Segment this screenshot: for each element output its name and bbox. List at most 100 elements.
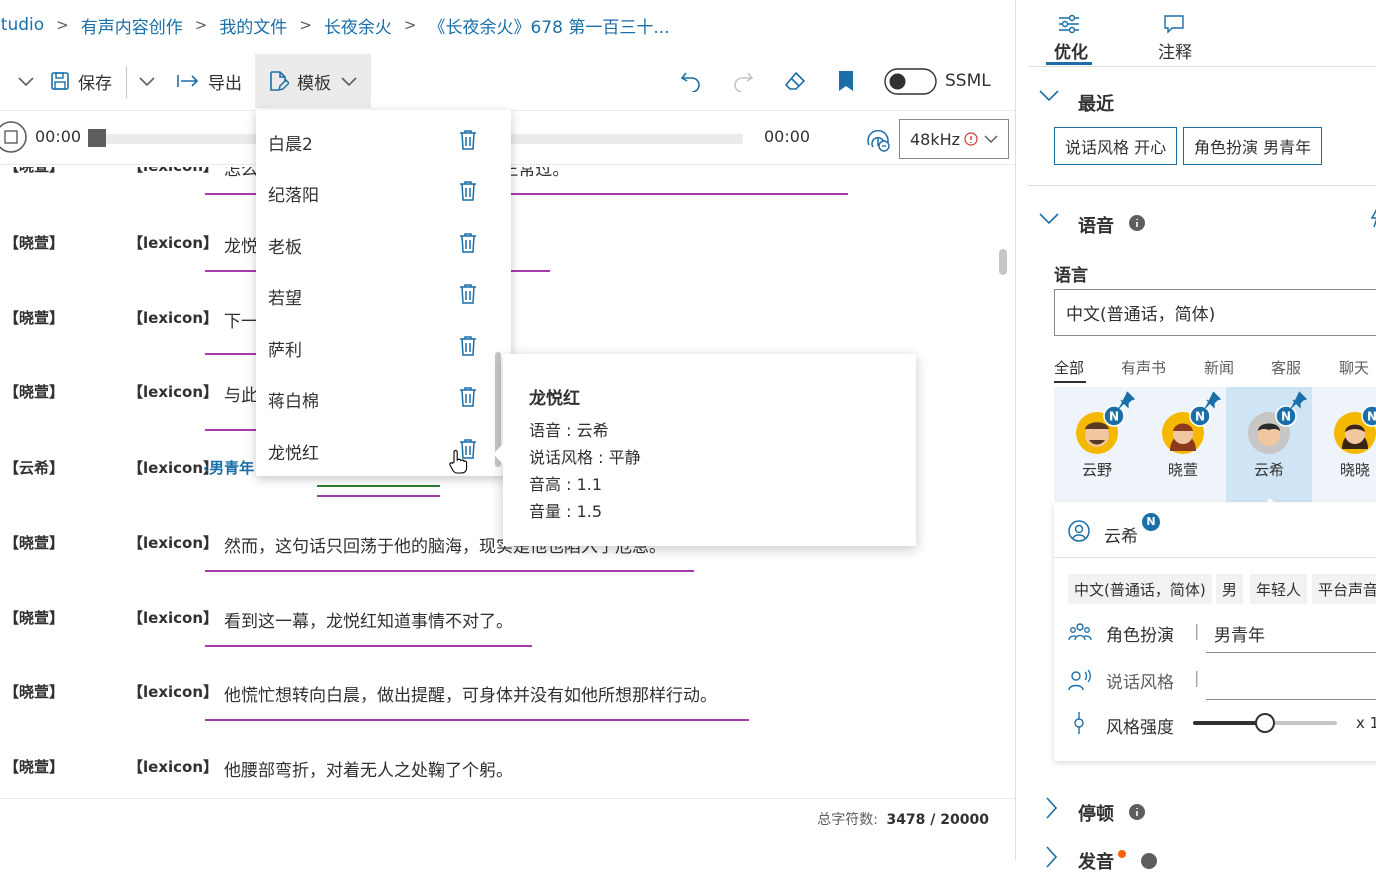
speaker-tag[interactable]: 【晓萱】: [4, 532, 64, 553]
voice-tab-service[interactable]: 客服: [1271, 357, 1301, 378]
paragraph-row[interactable]: 【晓萱】 【lexicon】 看到这一幕，龙悦红知道事情不对了。: [0, 607, 990, 682]
chevron-right-icon[interactable]: [1044, 845, 1058, 869]
save-icon: [51, 72, 69, 90]
breadcrumb-audio-content[interactable]: 有声内容创作: [69, 13, 195, 38]
info-warning-icon: [964, 132, 978, 146]
recent-tag[interactable]: 角色扮演 男青年: [1183, 127, 1323, 165]
speaker-tag[interactable]: 【晓萱】: [4, 607, 64, 628]
char-count-value: 3478 / 20000: [886, 812, 989, 828]
chevron-right-icon[interactable]: [1044, 796, 1058, 820]
lexicon-tag[interactable]: 【lexicon】: [128, 532, 218, 553]
pin-icon: [1118, 391, 1135, 409]
char-count: 总字符数: 3478 / 20000: [817, 809, 989, 829]
lexicon-tag[interactable]: 【lexicon】: [128, 232, 218, 253]
delete-icon[interactable]: [458, 180, 478, 202]
slider-thumb[interactable]: [1255, 713, 1275, 733]
breadcrumb-current-file[interactable]: 《长夜余火》678 第一百三十...: [416, 13, 681, 38]
paragraph-row[interactable]: 【晓萱】 【lexicon】 他慌忙想转向白晨，做出提醒，可身体并没有如他所想那…: [0, 681, 990, 756]
voice-card-selected[interactable]: N 云希: [1226, 387, 1312, 502]
fingerprint-icon[interactable]: [864, 123, 892, 153]
tab-annotation[interactable]: 注释: [1154, 10, 1194, 64]
template-item[interactable]: 蒋白棉: [256, 372, 511, 424]
chevron-down-icon[interactable]: [1038, 88, 1060, 104]
template-item[interactable]: 老板: [256, 218, 511, 270]
delete-icon[interactable]: [458, 283, 478, 305]
lexicon-tag[interactable]: 【lexicon】: [128, 681, 218, 702]
template-item[interactable]: 萨利: [256, 321, 511, 373]
detail-voice-name: 云希: [1104, 527, 1138, 547]
speaker-tag[interactable]: 【云希】: [4, 457, 64, 478]
role-play-value[interactable]: 男青年: [1214, 621, 1265, 646]
chevron-right-icon: >: [299, 16, 312, 34]
breadcrumb-project[interactable]: 长夜余火: [312, 13, 404, 38]
bookmark-button[interactable]: [836, 54, 856, 108]
sliders-icon: [1059, 14, 1079, 34]
chevron-down-icon[interactable]: [1038, 211, 1060, 227]
lexicon-tag[interactable]: 【lexicon】: [128, 381, 218, 402]
strength-label: 风格强度: [1106, 718, 1174, 738]
paragraph-text[interactable]: 看到这一幕，龙悦红知道事情不对了。: [224, 607, 513, 632]
voice-card[interactable]: N 云野: [1054, 387, 1140, 502]
paragraph-row[interactable]: 【晓萱】 【lexicon】 他腰部弯折，对着无人之处鞠了个躬。: [0, 756, 990, 797]
role-style-tag[interactable]: ‹男青年: [203, 457, 254, 478]
language-select[interactable]: 中文(普通话，简体): [1054, 289, 1376, 336]
delete-icon[interactable]: [458, 232, 478, 254]
info-icon[interactable]: [1140, 852, 1158, 870]
delete-icon[interactable]: [458, 335, 478, 357]
voice-card[interactable]: N 晓晓: [1312, 387, 1376, 502]
template-item[interactable]: 若望: [256, 269, 511, 321]
recent-tag[interactable]: 说话风格 开心: [1054, 127, 1178, 165]
save-button[interactable]: 保存: [50, 54, 112, 108]
lexicon-tag[interactable]: 【lexicon】: [128, 756, 218, 777]
info-icon[interactable]: [1128, 214, 1146, 232]
tab-optimize[interactable]: 优化: [1046, 10, 1092, 65]
voice-chip-age: 年轻人: [1250, 574, 1308, 604]
voice-tab-chat[interactable]: 聊天: [1339, 357, 1369, 378]
tooltip-voice: 语音 : 云希: [529, 421, 609, 440]
template-item[interactable]: 白晨2: [256, 115, 511, 167]
stop-icon[interactable]: [0, 120, 28, 154]
lexicon-tag[interactable]: 【lexicon】: [128, 307, 218, 328]
eraser-button[interactable]: [783, 54, 807, 108]
save-options-button[interactable]: [137, 54, 157, 108]
speaker-tag[interactable]: 【晓萱】: [4, 232, 64, 253]
speaker-tag[interactable]: 【晓萱】: [4, 381, 64, 402]
lexicon-tag[interactable]: 【lexicon】: [128, 167, 218, 176]
paragraph-text[interactable]: 他慌忙想转向白晨，做出提醒，可身体并没有如他所想那样行动。: [224, 681, 717, 706]
voice-card[interactable]: N 晓萱: [1140, 387, 1226, 502]
speaker-tag[interactable]: 【晓萱】: [4, 756, 64, 777]
voice-tab-news[interactable]: 新闻: [1204, 357, 1234, 378]
export-button[interactable]: 导出: [176, 54, 242, 108]
delete-icon[interactable]: [458, 129, 478, 151]
voice-tab-audiobook[interactable]: 有声书: [1121, 357, 1166, 378]
voice-tab-all[interactable]: 全部: [1054, 357, 1084, 378]
person-icon: [1068, 520, 1090, 542]
speaker-tag[interactable]: 【晓萱】: [4, 681, 64, 702]
voice-name: 云野: [1081, 461, 1112, 479]
redo-button[interactable]: [732, 54, 754, 108]
breadcrumb-my-files[interactable]: 我的文件: [207, 13, 299, 38]
progress-thumb[interactable]: [88, 129, 106, 147]
field-separator: |: [1194, 621, 1200, 640]
template-item-hovered[interactable]: 龙悦红: [256, 424, 511, 476]
paragraph-text[interactable]: 他腰部弯折，对着无人之处鞠了个躬。: [224, 756, 513, 781]
lightning-icon[interactable]: [1370, 206, 1376, 228]
file-menu-button[interactable]: [0, 54, 36, 108]
ssml-toggle[interactable]: SSML: [884, 54, 991, 108]
comment-icon: [1164, 15, 1184, 34]
speaker-tag[interactable]: 【晓萱】: [4, 307, 64, 328]
delete-icon[interactable]: [458, 386, 478, 408]
strength-slider[interactable]: [1193, 713, 1337, 733]
undo-button[interactable]: [680, 54, 702, 108]
voice-chip-language: 中文(普通话，简体): [1068, 574, 1212, 604]
speaker-tag[interactable]: 【晓萱】: [4, 167, 64, 176]
info-icon[interactable]: [1128, 803, 1146, 821]
sample-rate-select[interactable]: 48kHz: [899, 119, 1009, 159]
breadcrumb-studio[interactable]: Studio: [0, 15, 56, 35]
template-button[interactable]: 模板: [255, 54, 371, 108]
new-badge: N: [1142, 513, 1160, 531]
editor-scrollbar[interactable]: [999, 249, 1007, 275]
lexicon-tag[interactable]: 【lexicon】: [128, 607, 218, 628]
template-item[interactable]: 纪落阳: [256, 166, 511, 218]
paragraph-text[interactable]: 与此: [224, 381, 258, 406]
